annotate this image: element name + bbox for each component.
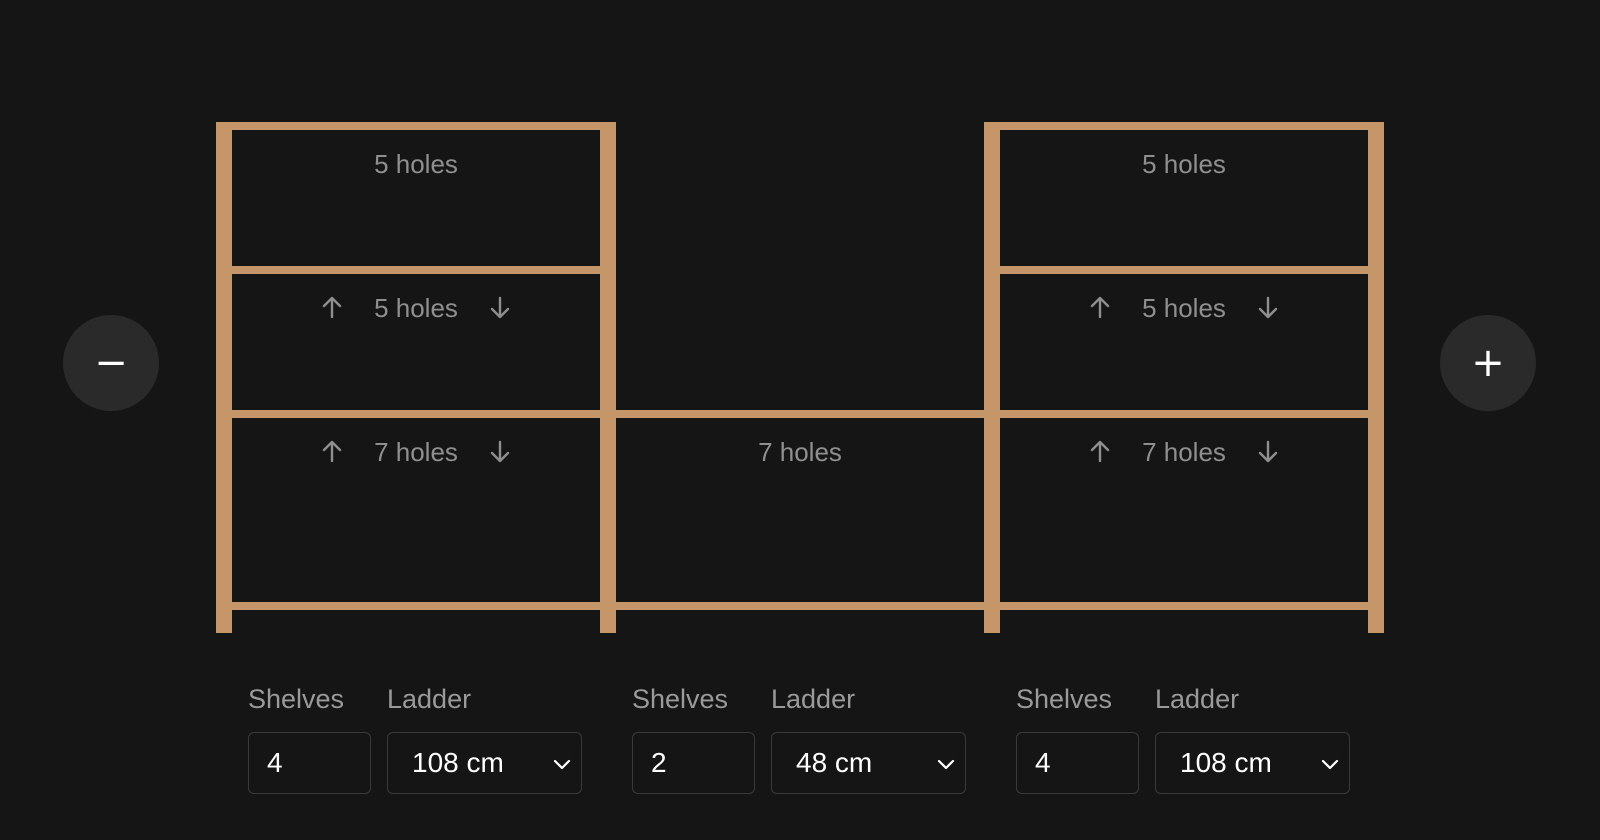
shelf-board[interactable]	[984, 410, 1384, 418]
ladder-post-right[interactable]	[1368, 122, 1384, 633]
shelf-board[interactable]	[616, 410, 984, 418]
ladder-post-left[interactable]	[984, 122, 1000, 633]
gap-label: 5 holes	[374, 149, 458, 179]
gap-label: 5 holes	[374, 293, 458, 323]
shelf-section-3: 5 holes 5 holes 7 holes	[984, 122, 1384, 633]
ladder-label: Ladder	[387, 684, 472, 714]
chevron-down-icon	[1321, 759, 1339, 770]
shelf-section-1: 5 holes 5 holes 7 holes	[216, 122, 616, 633]
ladder-height-select[interactable]: 108 cm	[387, 732, 582, 794]
ladder-height-select[interactable]: 48 cm	[771, 732, 966, 794]
shelves-label: Shelves	[632, 684, 729, 714]
chevron-down-icon	[553, 759, 571, 770]
shelf-board[interactable]	[984, 122, 1384, 130]
gap-label: 7 holes	[374, 437, 458, 467]
move-shelf-up-icon[interactable]	[1090, 296, 1110, 319]
move-shelf-up-icon[interactable]	[322, 440, 342, 463]
shelf-diagram: 5 holes 5 holes 7 holes 7 holes 5 holes …	[216, 122, 1384, 633]
ladder-height-value: 108 cm	[1180, 747, 1272, 778]
gap-label: 7 holes	[1142, 437, 1226, 467]
ladder-post-left[interactable]	[216, 122, 232, 633]
shelves-count-value: 2	[651, 747, 667, 778]
shelf-board[interactable]	[616, 602, 984, 610]
move-shelf-down-icon[interactable]	[490, 296, 510, 319]
ladder-height-select[interactable]: 108 cm	[1155, 732, 1350, 794]
shelves-count-value: 4	[1035, 747, 1051, 778]
section-2-controls: Shelves Ladder 2 48 cm	[632, 684, 972, 794]
section-3-controls: Shelves Ladder 4 108 cm	[1016, 684, 1356, 794]
shelf-board[interactable]	[216, 410, 616, 418]
ladder-label: Ladder	[771, 684, 856, 714]
shelf-section-2: 7 holes	[616, 410, 984, 610]
shelves-count-input[interactable]: 2	[632, 732, 755, 794]
shelf-board[interactable]	[216, 266, 616, 274]
move-shelf-up-icon[interactable]	[1090, 440, 1110, 463]
section-1-controls: Shelves Ladder 4 108 cm	[248, 684, 588, 794]
shelf-board[interactable]	[984, 266, 1384, 274]
gap-label: 7 holes	[758, 437, 842, 467]
shelves-count-input[interactable]: 4	[1016, 732, 1139, 794]
shelf-board[interactable]	[216, 122, 616, 130]
move-shelf-down-icon[interactable]	[1258, 440, 1278, 463]
shelf-board[interactable]	[984, 602, 1384, 610]
shelves-label: Shelves	[248, 684, 345, 714]
shelves-count-value: 4	[267, 747, 283, 778]
ladder-label: Ladder	[1155, 684, 1240, 714]
ladder-height-value: 108 cm	[412, 747, 504, 778]
gap-label: 5 holes	[1142, 149, 1226, 179]
shelf-board[interactable]	[216, 602, 616, 610]
shelves-count-input[interactable]: 4	[248, 732, 371, 794]
move-shelf-up-icon[interactable]	[322, 296, 342, 319]
shelves-label: Shelves	[1016, 684, 1113, 714]
chevron-down-icon	[937, 759, 955, 770]
move-shelf-down-icon[interactable]	[490, 440, 510, 463]
shelf-configurator: − + 5 holes 5 holes 7 holes 7 holes 5 ho…	[0, 0, 1600, 840]
ladder-post-right[interactable]	[600, 122, 616, 633]
move-shelf-down-icon[interactable]	[1258, 296, 1278, 319]
ladder-height-value: 48 cm	[796, 747, 873, 778]
gap-label: 5 holes	[1142, 293, 1226, 323]
